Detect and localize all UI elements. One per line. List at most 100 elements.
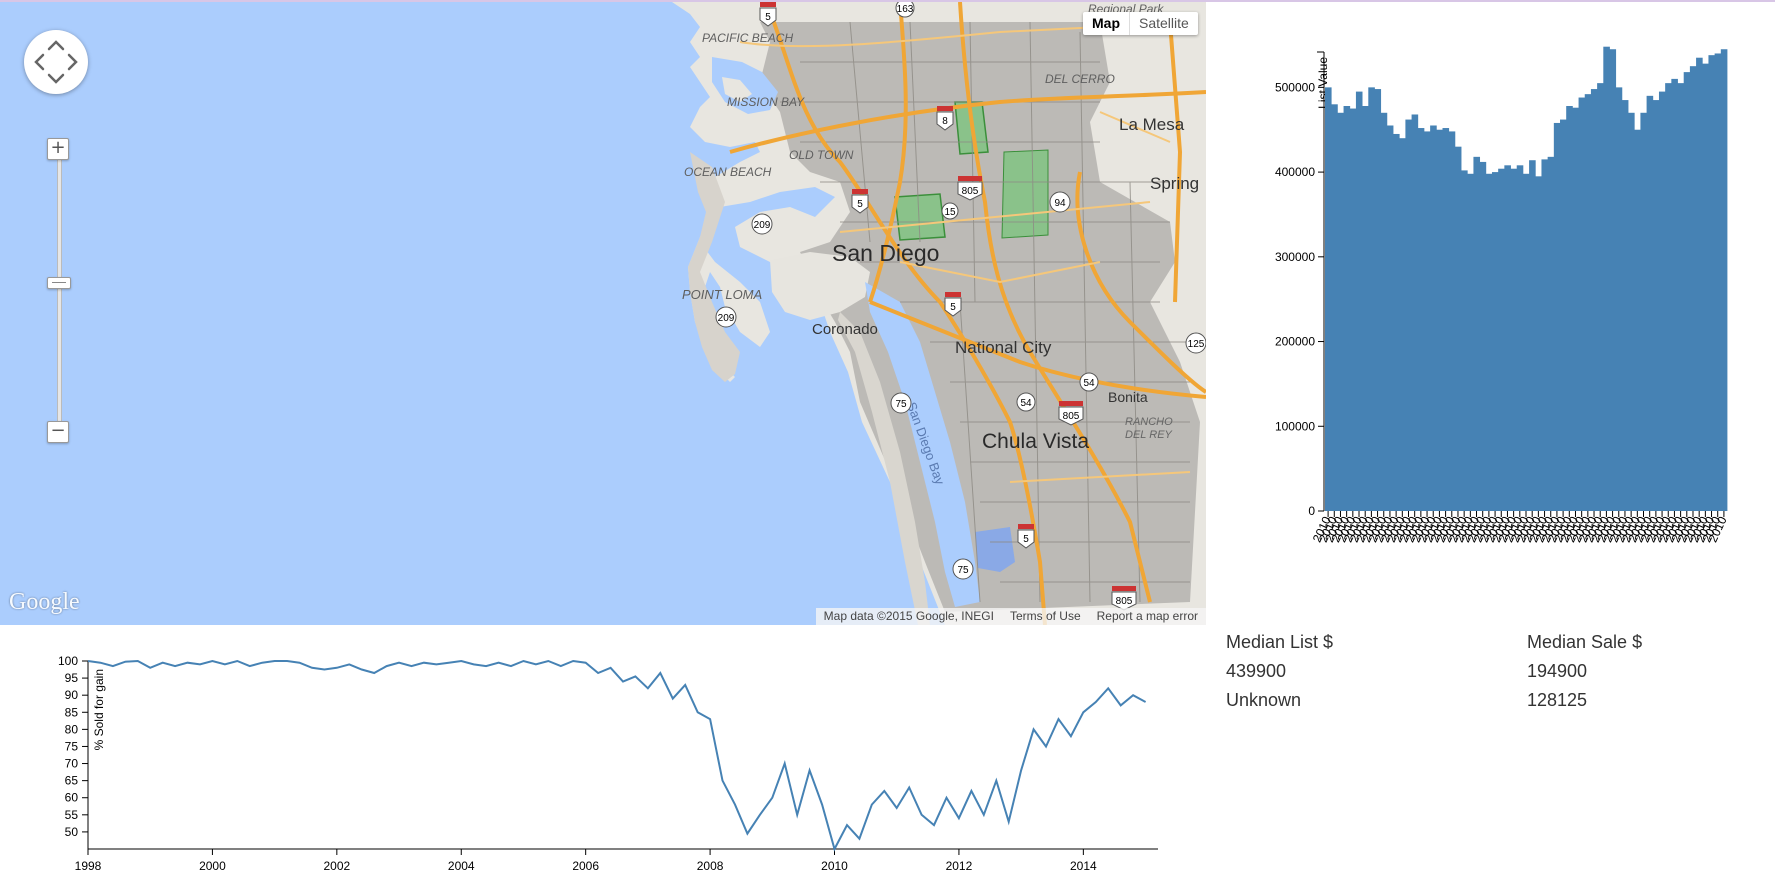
- bar: [1560, 119, 1567, 511]
- zoom-slider-track[interactable]: [57, 148, 62, 431]
- bar: [1702, 63, 1709, 511]
- y-tick-label: 100000: [1275, 419, 1315, 433]
- bar: [1696, 57, 1703, 511]
- map-view[interactable]: San Diego La Mesa Spring National City C…: [0, 2, 1206, 625]
- bar: [1572, 107, 1579, 511]
- bar: [1652, 100, 1660, 511]
- map-label-point-loma: POINT LOMA: [682, 287, 763, 302]
- stats-header-list: Median List $: [1226, 632, 1334, 652]
- y-tick-label: 80: [65, 722, 79, 736]
- map-label-coronado: Coronado: [812, 321, 878, 338]
- bar: [1368, 87, 1375, 511]
- pan-right-icon: [67, 53, 78, 71]
- y-tick-label: 70: [65, 757, 79, 771]
- bar: [1522, 173, 1530, 511]
- zoom-in-button[interactable]: +: [47, 138, 69, 160]
- bar: [1609, 49, 1617, 512]
- x-tick-label: 2006: [572, 859, 599, 873]
- pan-up-icon: [47, 40, 65, 51]
- x-tick-label: 2002: [323, 859, 350, 873]
- y-tick-label: 100: [58, 654, 78, 668]
- bar: [1479, 161, 1487, 511]
- bar: [1547, 156, 1555, 511]
- map-type-map-button[interactable]: Map: [1083, 12, 1130, 35]
- zoom-out-button[interactable]: −: [47, 421, 69, 443]
- pan-control[interactable]: [24, 30, 88, 94]
- bar: [1590, 89, 1598, 512]
- bar: [1621, 100, 1629, 511]
- bar: [1491, 172, 1499, 511]
- bar: [1442, 128, 1450, 512]
- bar: [1720, 49, 1728, 512]
- y-tick-label: 55: [65, 808, 79, 822]
- x-tick-label: 2008: [697, 859, 724, 873]
- y-tick-label: 75: [65, 739, 79, 753]
- bar: [1399, 138, 1406, 511]
- bar: [1640, 112, 1647, 512]
- bar: [1658, 91, 1666, 511]
- y-tick-label: 400000: [1275, 165, 1315, 179]
- bar: [1436, 129, 1443, 511]
- map-label-rancho-del-rey: RANCHO DEL REY: [1125, 416, 1173, 441]
- bar: [1615, 87, 1623, 511]
- y-tick-label: 200000: [1275, 335, 1315, 349]
- map-type-satellite-button[interactable]: Satellite: [1130, 12, 1198, 35]
- bar: [1535, 176, 1542, 511]
- bar: [1584, 94, 1592, 511]
- report-map-error-link[interactable]: Report a map error: [1089, 608, 1206, 625]
- bar: [1331, 104, 1338, 512]
- x-tick-label: 2010: [821, 859, 848, 873]
- bar: [1683, 72, 1691, 511]
- x-tick-label: 2000: [199, 859, 226, 873]
- y-tick-label: 85: [65, 705, 79, 719]
- y-tick-label: 60: [65, 791, 79, 805]
- pan-left-icon: [34, 53, 45, 71]
- bar: [1628, 112, 1635, 512]
- bar: [1634, 129, 1641, 511]
- bar: [1671, 78, 1678, 512]
- bar: [1708, 55, 1716, 512]
- terms-of-use-link[interactable]: Terms of Use: [1002, 608, 1089, 625]
- bar: [1541, 159, 1549, 511]
- y-tick-label: 50: [65, 825, 79, 839]
- zoom-slider-handle[interactable]: [47, 277, 71, 289]
- y-tick-label: 0: [1308, 504, 1315, 518]
- map-label-del-cerro: DEL CERRO: [1045, 72, 1115, 86]
- bar: [1597, 83, 1604, 512]
- map-attribution: Map data ©2015 Google, INEGI Terms of Us…: [815, 608, 1206, 625]
- bar: [1325, 87, 1332, 511]
- x-tick-label: 2004: [448, 859, 475, 873]
- bar: [1454, 146, 1462, 511]
- bar: [1461, 170, 1468, 511]
- list-value-bar-chart: 0100000200000300000400000500000 List Valu…: [1275, 46, 1730, 544]
- pan-down-icon: [47, 73, 65, 84]
- sold-for-gain-line-chart: 50 55 60 65 70 75 80 85 90 95 100 1998 2000 2002 2004 2…: [58, 654, 1158, 873]
- bar: [1473, 156, 1481, 511]
- bar: [1467, 173, 1474, 511]
- bar: [1349, 108, 1357, 511]
- bar: [1355, 91, 1363, 511]
- x-tick-label: 1998: [75, 859, 102, 873]
- map-label-pacific-beach: PACIFIC BEACH: [702, 31, 794, 45]
- bar: [1448, 131, 1456, 511]
- bar: [1374, 89, 1382, 512]
- bar: [1405, 119, 1412, 511]
- bar: [1423, 131, 1431, 511]
- stats-cell: Unknown: [1226, 690, 1302, 710]
- bar: [1553, 122, 1561, 511]
- y-tick-label: 300000: [1275, 250, 1315, 264]
- y-tick-label: 65: [65, 774, 79, 788]
- y-axis-label: % Sold for gain: [92, 669, 106, 750]
- stats-cell: 128125: [1527, 690, 1588, 710]
- map-tiles[interactable]: [0, 2, 1206, 625]
- bar: [1603, 46, 1610, 511]
- map-label-la-mesa: La Mesa: [1119, 115, 1185, 134]
- stats-header-sale: Median Sale $: [1527, 632, 1643, 652]
- map-label-old-town: OLD TOWN: [789, 148, 854, 162]
- bar: [1677, 83, 1685, 512]
- bar: [1417, 128, 1425, 512]
- google-logo[interactable]: Google: [9, 589, 80, 616]
- bar: [1504, 165, 1511, 511]
- bar: [1411, 114, 1419, 511]
- map-label-national-city: National City: [955, 338, 1052, 357]
